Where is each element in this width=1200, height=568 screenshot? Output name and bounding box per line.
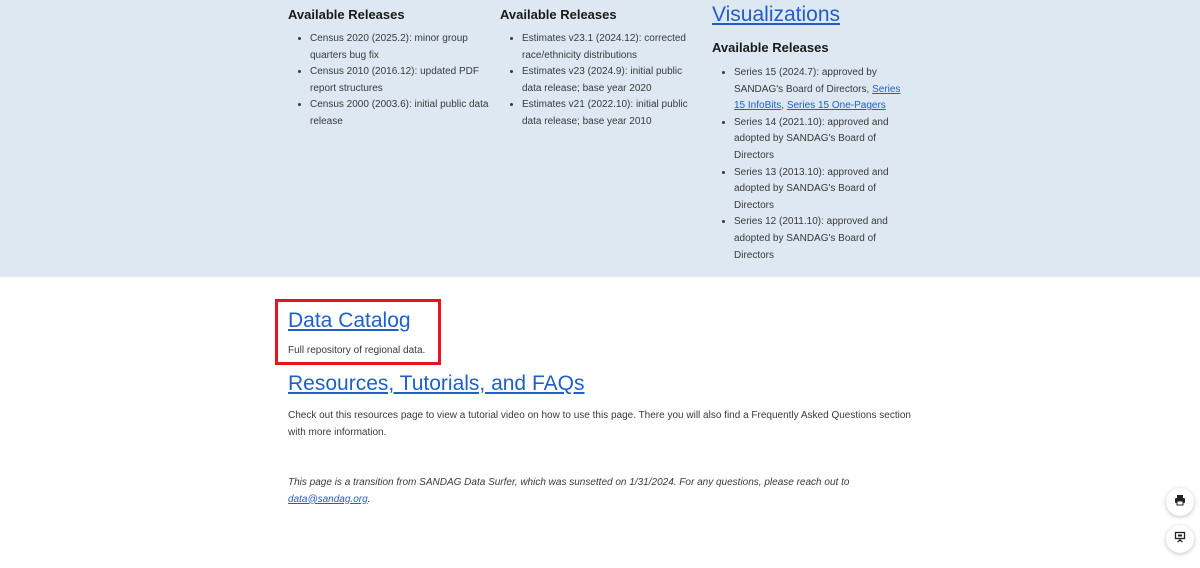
link-separator: , — [781, 100, 785, 112]
presentation-icon — [1174, 530, 1186, 548]
available-releases-heading: Available Releases — [712, 40, 829, 55]
resources-link[interactable]: Resources, Tutorials, and FAQs — [288, 372, 584, 396]
forecast-series-list: Series 15 (2024.7): approved by SANDAG's… — [712, 65, 912, 264]
list-item: Census 2020 (2025.2): minor group quarte… — [310, 31, 490, 64]
print-button[interactable] — [1166, 488, 1194, 516]
series-15-text: Series 15 (2024.7): approved by SANDAG's… — [734, 67, 877, 95]
data-catalog-description: Full repository of regional data. — [288, 345, 426, 356]
list-item: Series 15 (2024.7): approved by SANDAG's… — [734, 65, 912, 115]
list-item: Series 14 (2021.10): approved and adopte… — [734, 115, 912, 165]
list-item: Estimates v23 (2024.9): initial public d… — [522, 64, 702, 97]
releases-band: Available Releases Census 2020 (2025.2):… — [0, 0, 1200, 277]
estimates-release-list: Estimates v23.1 (2024.12): corrected rac… — [500, 31, 702, 131]
list-item: Series 12 (2011.10): approved and adopte… — [734, 214, 912, 264]
list-item: Series 13 (2013.10): approved and adopte… — [734, 165, 912, 215]
note-end: . — [367, 493, 371, 505]
print-icon — [1174, 493, 1186, 511]
list-item: Census 2000 (2003.6): initial public dat… — [310, 97, 490, 130]
available-releases-heading: Available Releases — [500, 7, 617, 22]
data-email-link[interactable]: data@sandag.org — [288, 494, 368, 505]
census-release-list: Census 2020 (2025.2): minor group quarte… — [288, 31, 490, 131]
presentation-button[interactable] — [1166, 525, 1194, 553]
available-releases-heading: Available Releases — [288, 7, 405, 22]
visualizations-link[interactable]: Visualizations — [712, 3, 840, 27]
series-15-one-pagers-link[interactable]: Series 15 One-Pagers — [787, 100, 886, 111]
transition-note: This page is a transition from SANDAG Da… — [288, 475, 888, 508]
data-catalog-link[interactable]: Data Catalog — [288, 309, 411, 333]
list-item: Estimates v21 (2022.10): initial public … — [522, 97, 702, 130]
transition-note-text: This page is a transition from SANDAG Da… — [288, 477, 850, 488]
resources-description: Check out this resources page to view a … — [288, 410, 911, 438]
list-item: Census 2010 (2016.12): updated PDF repor… — [310, 64, 490, 97]
list-item: Estimates v23.1 (2024.12): corrected rac… — [522, 31, 702, 64]
